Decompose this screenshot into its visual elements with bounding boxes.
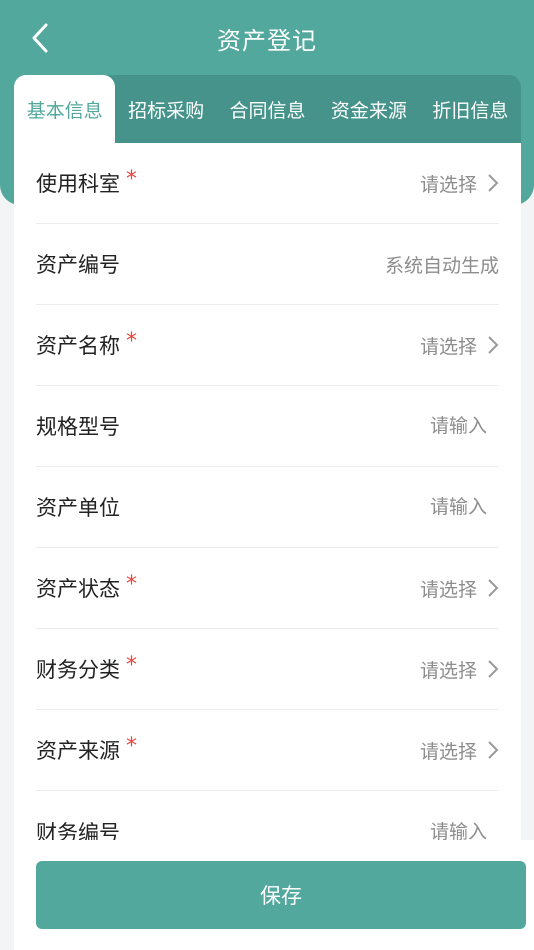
save-button[interactable]: 保存 bbox=[36, 861, 526, 929]
form-label: 资产状态 * bbox=[36, 571, 137, 603]
chevron-right-icon bbox=[488, 174, 499, 192]
field-label-asset-source: 资产来源 bbox=[36, 739, 120, 763]
tab-contract-info[interactable]: 合同信息 bbox=[217, 75, 318, 143]
required-mark: * bbox=[126, 571, 137, 597]
asset-status-select[interactable]: 请选择 bbox=[420, 575, 499, 602]
form-row-asset-number: 资产编号 系统自动生成 bbox=[36, 224, 499, 305]
nav-bar: 资产登记 bbox=[0, 0, 534, 76]
select-placeholder: 请选择 bbox=[419, 659, 477, 682]
form-row-asset-name[interactable]: 资产名称 * 请选择 bbox=[36, 305, 499, 386]
field-label-asset-unit: 资产单位 bbox=[36, 496, 120, 520]
form-row-finance-number[interactable]: 财务编号 bbox=[36, 791, 499, 840]
asset-unit-wrapper bbox=[347, 496, 499, 518]
chevron-right-icon bbox=[488, 660, 499, 678]
form-label: 财务编号 bbox=[36, 817, 120, 841]
select-placeholder: 请选择 bbox=[419, 578, 477, 601]
field-label-asset-status: 资产状态 bbox=[36, 577, 120, 601]
select-placeholder: 请选择 bbox=[419, 173, 477, 196]
form-label: 资产单位 bbox=[36, 492, 120, 522]
asset-source-select[interactable]: 请选择 bbox=[420, 737, 499, 764]
form-label: 财务分类 * bbox=[36, 652, 137, 684]
field-label-spec-model: 规格型号 bbox=[36, 415, 120, 439]
required-mark: * bbox=[126, 328, 137, 354]
department-select[interactable]: 请选择 bbox=[420, 170, 499, 197]
page-title: 资产登记 bbox=[217, 26, 317, 55]
tab-basic-info[interactable]: 基本信息 bbox=[14, 75, 116, 143]
chevron-right-icon bbox=[488, 579, 499, 597]
form-row-asset-unit[interactable]: 资产单位 bbox=[36, 467, 499, 548]
form-row-department[interactable]: 使用科室 * 请选择 bbox=[36, 143, 499, 224]
field-label-finance-number: 财务编号 bbox=[36, 820, 120, 841]
tab-bidding-procurement[interactable]: 招标采购 bbox=[115, 75, 216, 143]
footer-bar: 保存 bbox=[14, 840, 534, 950]
chevron-right-icon bbox=[488, 741, 499, 759]
form-row-finance-category[interactable]: 财务分类 * 请选择 bbox=[36, 629, 499, 710]
tab-funding-source[interactable]: 资金来源 bbox=[318, 75, 419, 143]
spec-model-input[interactable] bbox=[347, 415, 487, 437]
form-label: 资产名称 * bbox=[36, 328, 137, 360]
select-placeholder: 请选择 bbox=[419, 335, 477, 358]
back-button[interactable] bbox=[20, 16, 60, 60]
form-row-asset-status[interactable]: 资产状态 * 请选择 bbox=[36, 548, 499, 629]
tab-bar: 基本信息 招标采购 合同信息 资金来源 折旧信息 bbox=[14, 75, 521, 143]
form-row-asset-source[interactable]: 资产来源 * 请选择 bbox=[36, 710, 499, 791]
form-row-spec-model[interactable]: 规格型号 bbox=[36, 386, 499, 467]
asset-name-select[interactable]: 请选择 bbox=[420, 332, 499, 359]
field-label-finance-category: 财务分类 bbox=[36, 658, 120, 682]
required-mark: * bbox=[126, 166, 137, 192]
finance-number-input[interactable] bbox=[347, 820, 487, 840]
tab-depreciation-info[interactable]: 折旧信息 bbox=[420, 75, 521, 143]
chevron-right-icon bbox=[488, 336, 499, 354]
form-label: 使用科室 * bbox=[36, 166, 137, 198]
chevron-left-icon bbox=[32, 23, 48, 53]
form-label: 资产编号 bbox=[36, 249, 120, 279]
field-label-department: 使用科室 bbox=[36, 172, 120, 196]
finance-number-wrapper bbox=[347, 820, 499, 840]
required-mark: * bbox=[126, 733, 137, 759]
field-label-asset-name: 资产名称 bbox=[36, 334, 120, 358]
finance-category-select[interactable]: 请选择 bbox=[420, 656, 499, 683]
asset-unit-input[interactable] bbox=[347, 496, 487, 518]
spec-model-wrapper bbox=[347, 415, 499, 437]
required-mark: * bbox=[126, 652, 137, 678]
form-label: 资产来源 * bbox=[36, 733, 137, 765]
select-placeholder: 请选择 bbox=[419, 740, 477, 763]
form-card: 使用科室 * 请选择 资产编号 系统自动生成 资产名称 * 请选择 规格型号 请… bbox=[14, 143, 521, 840]
field-label-asset-number: 资产编号 bbox=[36, 253, 120, 277]
form-label: 规格型号 bbox=[36, 411, 120, 441]
asset-number-value: 系统自动生成 bbox=[385, 251, 499, 278]
auto-generated-text: 系统自动生成 bbox=[384, 254, 499, 277]
